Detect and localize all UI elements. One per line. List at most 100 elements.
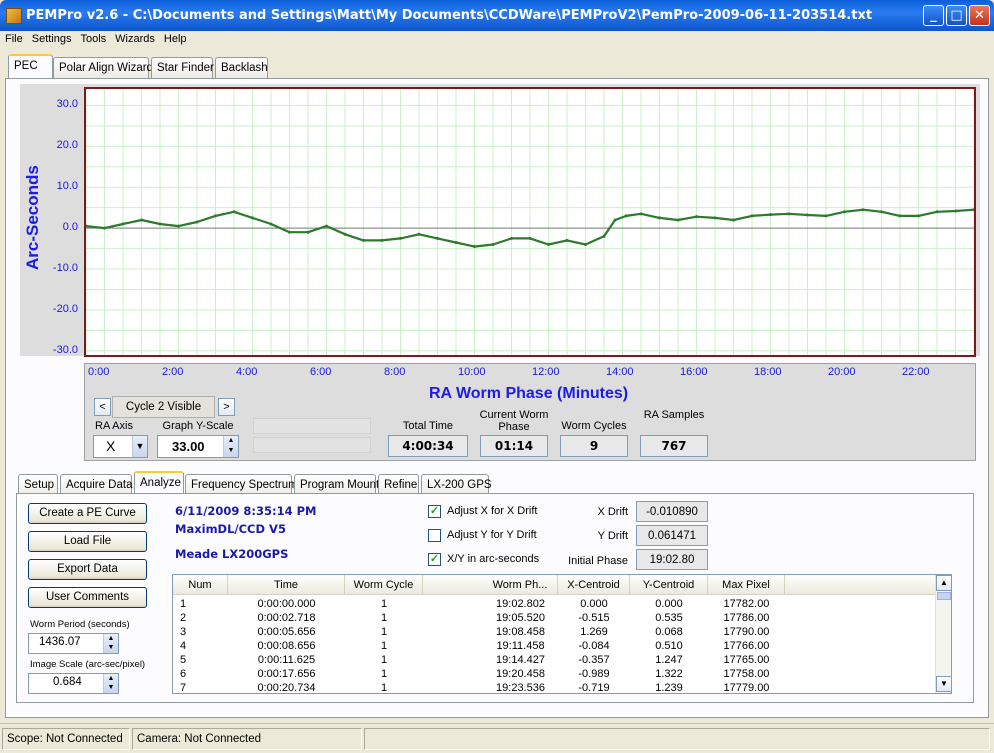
- user-comments-button[interactable]: User Comments: [28, 587, 147, 608]
- data-table[interactable]: Num Time Worm Cycle Worm Ph... X-Centroid Y-C…: [172, 574, 952, 694]
- create-pe-curve-button[interactable]: Create a PE Curve: [28, 503, 147, 524]
- menu-settings[interactable]: Settings: [27, 31, 76, 45]
- data-point: [843, 210, 846, 214]
- table-header: Num Time Worm Cycle Worm Ph... X-Centroid Y-C…: [173, 575, 935, 595]
- table-row[interactable]: 5 0:00:11.625 1 19:14.427 -0.357 1.247 17765.0…: [173, 653, 935, 667]
- window-title: PEMPro v2.6 - C:\Documents and Settings\…: [26, 8, 873, 23]
- image-scale-value: 0.684: [53, 676, 82, 688]
- x-drift-label: X Drift: [597, 506, 628, 518]
- tab-polar-align-wizard[interactable]: Polar Align Wizard: [53, 57, 153, 79]
- table-cell: 2: [180, 612, 187, 624]
- tab-star-finder[interactable]: Star Finder: [151, 57, 214, 79]
- tab-backlash[interactable]: Backlash: [215, 57, 268, 79]
- table-cell: 0.000: [655, 598, 683, 610]
- menu-help[interactable]: Help: [159, 31, 191, 45]
- scroll-down-button[interactable]: ▼: [936, 676, 951, 692]
- xy-arcsec-checkbox[interactable]: ✓: [428, 553, 441, 566]
- column-header[interactable]: Num: [173, 575, 228, 595]
- export-data-button[interactable]: Export Data: [28, 559, 147, 580]
- table-cell: 19:05.520: [496, 612, 545, 624]
- table-scrollbar[interactable]: ▲ ▼: [935, 575, 951, 693]
- adjust-y-checkbox[interactable]: [428, 529, 441, 542]
- cycle-visible-label: Cycle 2 Visible: [112, 396, 215, 418]
- maximize-button[interactable]: □: [946, 5, 967, 26]
- column-header[interactable]: Max Pixel: [708, 575, 785, 595]
- table-row[interactable]: 6 0:00:17.656 1 19:20.458 -0.989 1.322 17758.0…: [173, 667, 935, 681]
- table-cell: 0.068: [655, 626, 683, 638]
- status-empty: [364, 728, 990, 750]
- graph-yscale-value: 33.00: [172, 439, 205, 454]
- table-cell: 19:20.458: [496, 668, 545, 680]
- table-cell: 1.247: [655, 654, 683, 666]
- worm-period-value: 1436.07: [39, 636, 81, 648]
- load-file-button[interactable]: Load File: [28, 531, 147, 552]
- chevron-down-icon[interactable]: ▼: [132, 436, 147, 457]
- menu-tools[interactable]: Tools: [75, 31, 110, 45]
- data-point: [695, 215, 698, 219]
- x-tick-label: 16:00: [680, 366, 708, 378]
- table-row[interactable]: 2 0:00:02.718 1 19:05.520 -0.515 0.535 17786.0…: [173, 611, 935, 625]
- data-point: [787, 212, 791, 216]
- table-cell: 0:00:00.000: [257, 598, 316, 610]
- image-scale-input[interactable]: 0.684 ▲ ▼: [28, 673, 119, 694]
- data-point: [343, 232, 347, 236]
- table-cell: 1: [180, 598, 187, 610]
- scroll-up-button[interactable]: ▲: [936, 575, 951, 591]
- column-header[interactable]: Time: [228, 575, 345, 595]
- table-row[interactable]: 7 0:00:20.734 1 19:23.536 -0.719 1.239 17779.0…: [173, 681, 935, 694]
- tab-analyze[interactable]: Analyze: [134, 471, 184, 495]
- menu-wizards[interactable]: Wizards: [110, 31, 159, 45]
- column-header[interactable]: X-Centroid: [558, 575, 630, 595]
- table-row[interactable]: 1 0:00:00.000 1 19:02.802 0.000 0.000 17782.00: [173, 597, 935, 611]
- table-cell: -0.719: [578, 682, 610, 694]
- data-point: [565, 238, 569, 242]
- table-row[interactable]: 4 0:00:08.656 1 19:11.458 -0.084 0.510 17766.0…: [173, 639, 935, 653]
- minimize-button[interactable]: _: [923, 5, 944, 26]
- table-cell: 1.239: [655, 682, 683, 694]
- data-point: [880, 210, 883, 214]
- info-camera: MaximDL/CCD V5: [175, 522, 286, 536]
- x-tick-label: 20:00: [828, 366, 856, 378]
- table-cell: 0.535: [655, 612, 683, 624]
- data-point: [824, 214, 828, 218]
- ra-axis-select[interactable]: X ▼: [93, 435, 148, 458]
- table-cell: 1: [380, 682, 388, 694]
- column-header[interactable]: Y-Centroid: [630, 575, 708, 595]
- table-cell: 19:08.458: [496, 626, 545, 638]
- data-point: [288, 230, 291, 234]
- table-cell: 17779.00: [723, 682, 770, 694]
- table-cell: 1: [380, 668, 388, 680]
- table-cell: 1.269: [580, 626, 608, 638]
- adjust-x-checkbox[interactable]: ✓: [428, 505, 441, 518]
- graph-yscale-input[interactable]: 33.00 ▲ ▼: [157, 435, 239, 458]
- worm-period-spinner[interactable]: ▲ ▼: [103, 634, 118, 653]
- yscale-spinner[interactable]: ▲ ▼: [223, 436, 238, 457]
- table-cell: 5: [180, 654, 187, 666]
- data-point: [861, 208, 865, 212]
- image-scale-spinner[interactable]: ▲ ▼: [103, 674, 118, 693]
- x-tick-label: 12:00: [532, 366, 560, 378]
- column-header[interactable]: Worm Ph...: [483, 575, 558, 595]
- data-point: [177, 224, 180, 228]
- tab-pec[interactable]: PEC: [8, 54, 53, 78]
- data-point: [769, 213, 772, 217]
- table-cell: 0:00:11.625: [257, 654, 316, 666]
- data-point: [380, 238, 384, 242]
- column-header[interactable]: Worm Cycle: [345, 575, 423, 595]
- close-button[interactable]: ✕: [969, 5, 990, 26]
- x-tick-label: 6:00: [310, 366, 332, 378]
- prev-cycle-button[interactable]: <: [94, 398, 111, 416]
- menu-file[interactable]: File: [0, 31, 27, 45]
- table-row[interactable]: 3 0:00:05.656 1 19:08.458 1.269 0.068 17790.00: [173, 625, 935, 639]
- next-cycle-button[interactable]: >: [218, 398, 235, 416]
- scroll-thumb[interactable]: [937, 592, 951, 600]
- table-cell: 19:14.427: [496, 654, 545, 666]
- ra-samples-value: 767: [640, 435, 708, 457]
- info-date: 6/11/2009 8:35:14 PM: [175, 504, 317, 518]
- worm-period-input[interactable]: 1436.07 ▲ ▼: [28, 633, 119, 654]
- x-tick-label: 2:00: [162, 366, 184, 378]
- data-point: [917, 214, 920, 218]
- data-point: [658, 216, 661, 220]
- data-point: [251, 216, 254, 220]
- data-point: [732, 218, 735, 222]
